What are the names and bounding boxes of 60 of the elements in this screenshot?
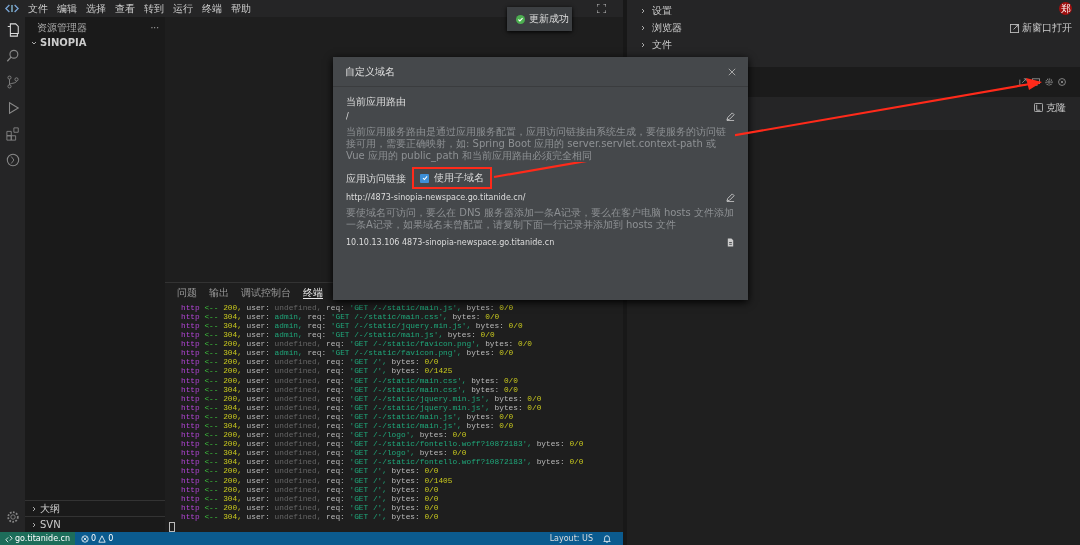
folder-header[interactable]: SINOPIA bbox=[25, 35, 165, 50]
menu-item[interactable]: 转到 bbox=[144, 1, 164, 16]
section-label: 当前应用路由 bbox=[346, 95, 407, 108]
user-avatar[interactable]: 郑 bbox=[1059, 2, 1072, 15]
panel-tab[interactable]: 输出 bbox=[209, 285, 229, 298]
chevron-icon bbox=[640, 41, 646, 48]
explorer-title: 资源管理器 bbox=[37, 21, 87, 35]
panel-tab[interactable]: 问题 bbox=[177, 285, 197, 298]
menu-item[interactable]: 编辑 bbox=[57, 1, 77, 16]
route-value: / bbox=[346, 112, 349, 121]
checkbox[interactable] bbox=[420, 173, 429, 183]
toast-message: 更新成功 bbox=[529, 12, 569, 26]
chevron-icon bbox=[31, 505, 37, 512]
remote-icon[interactable] bbox=[5, 153, 20, 167]
success-icon bbox=[516, 14, 525, 24]
menu-item[interactable]: 运行 bbox=[173, 1, 193, 16]
menu-item[interactable]: 帮助 bbox=[231, 1, 251, 16]
search-icon[interactable] bbox=[5, 49, 20, 63]
files-icon[interactable] bbox=[5, 23, 20, 37]
notifications-icon[interactable] bbox=[603, 534, 611, 543]
checkbox-label: 使用子域名 bbox=[434, 171, 484, 185]
menu-item[interactable]: 终端 bbox=[202, 1, 222, 16]
close-icon[interactable] bbox=[728, 67, 736, 76]
clone-button[interactable]: 克隆 bbox=[1034, 101, 1066, 114]
dialog-title: 自定义域名 bbox=[345, 64, 395, 79]
extensions-icon[interactable] bbox=[5, 127, 20, 141]
panel-list-item[interactable]: 浏览器 bbox=[627, 19, 682, 36]
menu-item[interactable]: 选择 bbox=[86, 1, 106, 16]
fullscreen-icon[interactable] bbox=[597, 4, 606, 13]
chevron-icon bbox=[640, 7, 646, 14]
keyboard-layout[interactable]: Layout: US bbox=[549, 534, 593, 543]
new-window-icon bbox=[1010, 23, 1019, 33]
open-new-window-link[interactable]: 新窗口打开 bbox=[1010, 21, 1072, 35]
clone-icon bbox=[1034, 103, 1043, 112]
source-control-icon[interactable] bbox=[5, 75, 20, 89]
url-text: http://4873-sinopia-newspace.go.titanide.cn/ bbox=[346, 193, 526, 202]
monitor-icon[interactable] bbox=[1032, 78, 1040, 86]
section-header[interactable]: 大纲 bbox=[25, 500, 165, 516]
edit-icon[interactable] bbox=[726, 193, 735, 202]
chevron-icon bbox=[31, 39, 37, 46]
help-text: 当前应用服务路由是通过应用服务配置，应用访问链接由系统生成，要使服务的访问链接可用，需要正确映射，如: Spring Boot 应用的 server.servlet.context-path 或 Vue 应用的 public_path 和当前应用路由必须完全相同 bbox=[346, 126, 735, 162]
panel-list-item[interactable]: 文件 bbox=[627, 36, 682, 53]
app-logo-icon bbox=[5, 3, 19, 14]
edit-icon[interactable] bbox=[726, 112, 735, 121]
hosts-record: 10.10.13.106 4873-sinopia-newspace.go.titanide.cn bbox=[346, 238, 555, 247]
section-label: 应用访问链接 bbox=[346, 171, 406, 185]
panel-tab[interactable]: 终端 bbox=[303, 285, 323, 299]
more-actions-button[interactable]: ··· bbox=[150, 23, 159, 33]
chevron-icon bbox=[640, 24, 646, 31]
remote-indicator[interactable]: go.titanide.cn bbox=[0, 532, 76, 545]
panel-tab[interactable]: 调试控制台 bbox=[241, 285, 291, 298]
copy-icon[interactable] bbox=[726, 238, 735, 247]
settings-icon[interactable] bbox=[5, 510, 20, 524]
chevron-icon bbox=[31, 521, 37, 528]
menu-item[interactable]: 查看 bbox=[115, 1, 135, 16]
problems-indicator[interactable]: 0 0 bbox=[75, 534, 120, 543]
settings-icon[interactable] bbox=[1045, 78, 1053, 86]
panel-list-item[interactable]: 设置 bbox=[627, 2, 682, 19]
close-circle-icon[interactable] bbox=[1058, 78, 1066, 86]
menu-item[interactable]: 文件 bbox=[28, 1, 48, 16]
